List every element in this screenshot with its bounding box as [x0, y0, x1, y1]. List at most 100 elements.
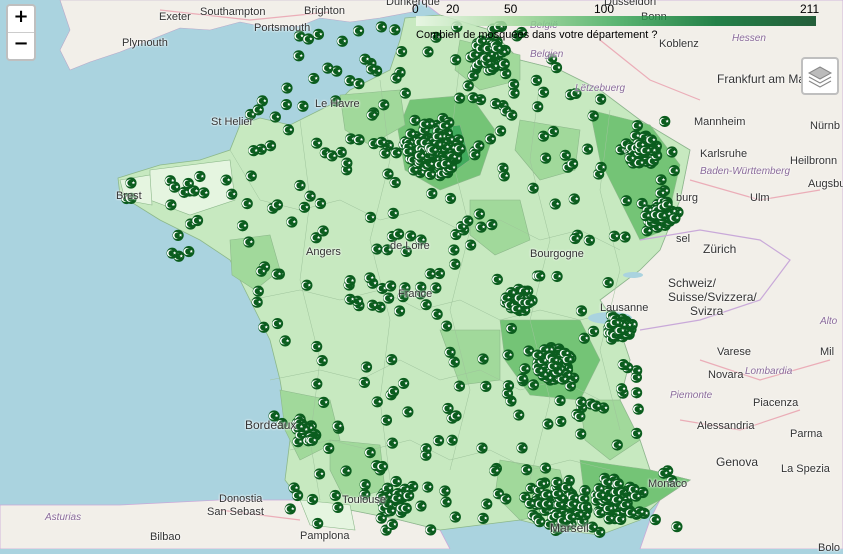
- mosque-marker-icon: [322, 62, 334, 74]
- mosque-marker-icon: [302, 33, 315, 45]
- label-lombardia: Lombardia: [745, 366, 793, 377]
- mosque-marker-icon: [446, 434, 458, 446]
- mosque-marker-icon: [279, 335, 291, 347]
- mosque-marker-icon: [575, 305, 588, 317]
- mosque-marker-icon: [494, 125, 507, 137]
- label-varese: Varese: [717, 346, 752, 358]
- mosque-marker-icon: [390, 72, 402, 84]
- label-le-havre: Le Havre: [315, 98, 360, 110]
- mosque-marker-icon: [226, 188, 238, 200]
- label-southampton: Southampton: [200, 6, 266, 18]
- mosque-marker-icon: [611, 439, 623, 451]
- mosque-marker-icon: [352, 25, 365, 37]
- mosque-marker-icon: [293, 50, 305, 62]
- zoom-in-button[interactable]: +: [8, 6, 34, 32]
- mosque-marker-icon: [453, 92, 466, 104]
- mosque-marker-icon: [624, 152, 636, 164]
- mosque-marker-icon: [383, 292, 395, 304]
- mosque-marker-icon: [389, 24, 401, 36]
- mosque-marker-icon: [376, 460, 389, 473]
- mosque-marker-icon: [523, 297, 535, 309]
- mosque-marker-icon: [198, 187, 210, 199]
- mosque-marker-icon: [520, 464, 533, 476]
- mosque-marker-icon: [391, 492, 403, 504]
- mosque-marker-icon: [371, 243, 383, 255]
- label-st-helier: St Helier: [211, 116, 254, 128]
- mosque-marker-icon: [425, 524, 437, 536]
- mosque-marker-icon: [280, 98, 292, 111]
- mosque-marker-icon: [484, 133, 497, 145]
- mosque-marker-icon: [366, 109, 378, 121]
- mosque-marker-icon: [462, 215, 474, 227]
- mosque-marker-icon: [286, 216, 298, 228]
- mosque-marker-icon: [450, 54, 462, 66]
- mosque-marker-icon: [537, 86, 550, 98]
- mosque-marker-icon: [371, 396, 383, 408]
- mosque-marker-icon: [498, 170, 510, 182]
- mosque-marker-icon: [489, 465, 501, 477]
- legend-tick-50: 50: [504, 2, 518, 16]
- mosque-marker-icon: [284, 503, 296, 515]
- mosque-marker-icon: [568, 193, 580, 205]
- label-france: France: [398, 288, 433, 300]
- mosque-marker-icon: [659, 115, 671, 128]
- mosque-marker-icon: [364, 211, 377, 223]
- mosque-marker-icon: [453, 380, 466, 392]
- label-alto: Alto: [820, 316, 838, 327]
- choropleth-legend: 0 20 50 100 211 Combien de mosquées dans…: [404, 0, 822, 44]
- mosque-marker-icon: [656, 209, 668, 222]
- mosque-marker-icon: [532, 101, 544, 113]
- label-frankfurt: Frankfurt am Main: [717, 72, 815, 86]
- mosque-marker-icon: [480, 52, 492, 64]
- mosque-marker-icon: [612, 478, 624, 490]
- mosque-marker-icon: [409, 114, 421, 126]
- mosque-marker-icon: [539, 462, 552, 474]
- layers-control-button[interactable]: [801, 57, 839, 95]
- label-genova: Genova: [716, 455, 759, 469]
- label-mannheim: Mannheim: [694, 116, 746, 128]
- mosque-marker-icon: [527, 379, 540, 391]
- mosque-marker-icon: [386, 437, 398, 449]
- mosque-marker-icon: [422, 46, 434, 58]
- mosque-marker-icon: [486, 219, 498, 231]
- mosque-marker-icon: [245, 170, 257, 182]
- mosque-marker-icon: [440, 158, 452, 170]
- mosque-marker-icon: [595, 161, 607, 173]
- mosque-marker-icon: [298, 201, 311, 213]
- mosque-marker-icon: [501, 387, 514, 400]
- label-baden-wurttemberg: Baden-Württemberg: [700, 166, 791, 177]
- mosque-marker-icon: [237, 220, 249, 232]
- label-loire: de Loire: [390, 240, 430, 252]
- label-exeter: Exeter: [159, 11, 191, 23]
- label-bilbao: Bilbao: [150, 531, 181, 543]
- mosque-marker-icon: [387, 207, 399, 219]
- mosque-marker-icon: [329, 489, 341, 502]
- mosque-marker-icon: [590, 400, 602, 412]
- mosque-marker-icon: [554, 394, 566, 407]
- mosque-marker-icon: [311, 137, 323, 149]
- mosque-marker-icon: [465, 239, 477, 251]
- label-marseille: Marseil: [550, 521, 589, 535]
- mosque-marker-icon: [427, 144, 439, 156]
- mosque-marker-icon: [323, 442, 335, 454]
- mosque-marker-icon: [332, 420, 344, 432]
- mosque-marker-icon: [475, 221, 487, 233]
- mosque-marker-icon: [194, 170, 206, 183]
- label-asturias: Asturias: [45, 512, 82, 523]
- mosque-marker-icon: [516, 373, 528, 385]
- mosque-marker-icon: [551, 270, 563, 283]
- mosque-marker-icon: [220, 174, 232, 186]
- mosque-marker-icon: [359, 53, 371, 65]
- mosque-marker-icon: [393, 228, 405, 240]
- zoom-out-button[interactable]: −: [8, 32, 34, 59]
- mosque-marker-icon: [630, 371, 643, 383]
- mosque-marker-icon: [431, 308, 443, 320]
- label-svizra: Svizra: [690, 304, 724, 318]
- mosque-marker-icon: [420, 299, 432, 311]
- mosque-marker-icon: [614, 324, 627, 337]
- mosque-marker-icon: [271, 268, 283, 280]
- mosque-marker-icon: [308, 72, 320, 85]
- label-pamplona: Pamplona: [300, 530, 350, 542]
- mosque-marker-icon: [620, 195, 632, 207]
- zoom-control: + −: [6, 4, 36, 61]
